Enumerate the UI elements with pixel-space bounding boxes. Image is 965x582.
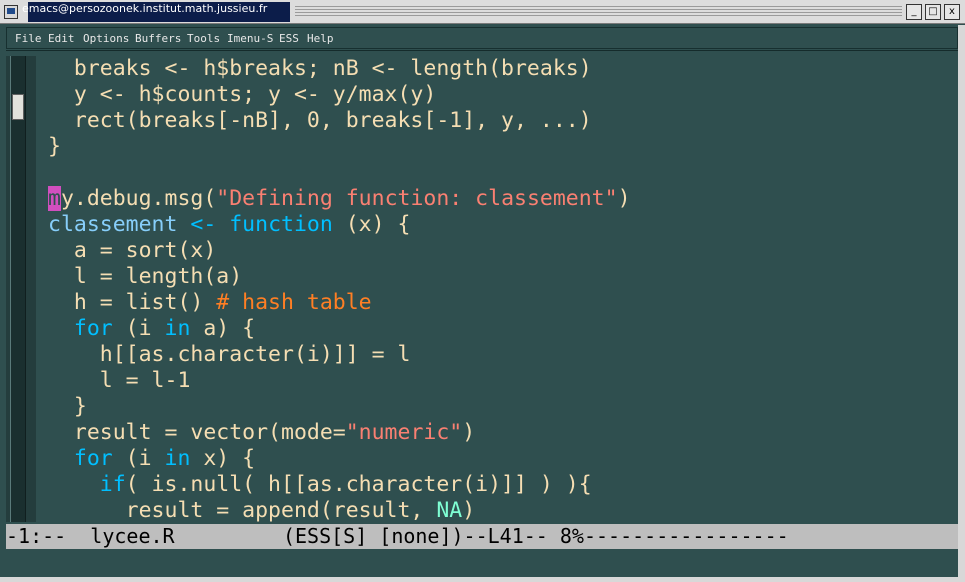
minimize-button[interactable]: _	[906, 4, 922, 20]
text-cursor: m	[48, 186, 61, 211]
scrollbar-trough[interactable]	[10, 56, 26, 522]
code-line-14: }	[48, 394, 87, 419]
close-button[interactable]: x	[944, 4, 960, 20]
menu-imenu-s[interactable]: Imenu-S	[227, 32, 273, 45]
window-title-bar[interactable]: emacs@persozoonek.institut.math.jussieu.…	[0, 0, 965, 24]
code-line-18: result = append(result, NA)	[48, 498, 476, 523]
menu-bar: File Edit Options Buffers Tools Imenu-S …	[6, 27, 958, 49]
menu-tools[interactable]: Tools	[187, 32, 220, 45]
code-line-4: }	[48, 134, 61, 159]
mode-line[interactable]: -1:-- lycee.R (ESS[S] [none])--L41-- 8%-…	[6, 524, 958, 549]
code-line-6: my.debug.msg("Defining function: classem…	[48, 186, 631, 211]
menu-file[interactable]: File	[15, 32, 42, 45]
code-line-17: if( is.null( h[[as.character(i)]] ) ){	[99, 472, 592, 497]
window-border-bottom	[0, 577, 965, 582]
code-line-16: for (i in x) {	[73, 446, 256, 471]
code-line-11: for (i in a) {	[73, 316, 256, 341]
code-line-8: a = sort(x)	[48, 238, 217, 263]
code-line-2: y <- h$counts; y <- y/max(y)	[48, 82, 437, 107]
code-line-9: l = length(a)	[48, 264, 243, 289]
editor-buffer[interactable]: breaks <- h$breaks; nB <- length(breaks)…	[36, 56, 958, 524]
code-line-7: classement <- function (x) {	[48, 212, 411, 237]
code-line-3: rect(breaks[-nB], 0, breaks[-1], y, ...)	[48, 108, 592, 133]
code-line-1: breaks <- h$breaks; nB <- length(breaks)	[48, 56, 592, 81]
maximize-button[interactable]: □	[925, 4, 941, 20]
menu-buffers[interactable]: Buffers	[135, 32, 181, 45]
menu-options[interactable]: Options	[83, 32, 129, 45]
menu-ess[interactable]: ESS	[279, 32, 299, 45]
title-bar-stripes	[295, 6, 902, 18]
scrollbar-thumb[interactable]	[12, 94, 24, 120]
window-title: emacs@persozoonek.institut.math.jussieu.…	[22, 2, 268, 15]
menu-help[interactable]: Help	[307, 32, 334, 45]
menu-separator	[6, 50, 958, 51]
code-line-12: h[[as.character(i)]] = l	[48, 342, 411, 367]
code-line-15: result = vector(mode="numeric")	[48, 420, 476, 445]
code-line-13: l = l-1	[48, 368, 191, 393]
minibuffer[interactable]	[6, 550, 958, 576]
menu-edit[interactable]: Edit	[48, 32, 75, 45]
code-line-10: h = list() # hash table	[48, 290, 372, 315]
window-border-right	[958, 25, 965, 577]
window-menu-icon[interactable]	[4, 5, 18, 19]
